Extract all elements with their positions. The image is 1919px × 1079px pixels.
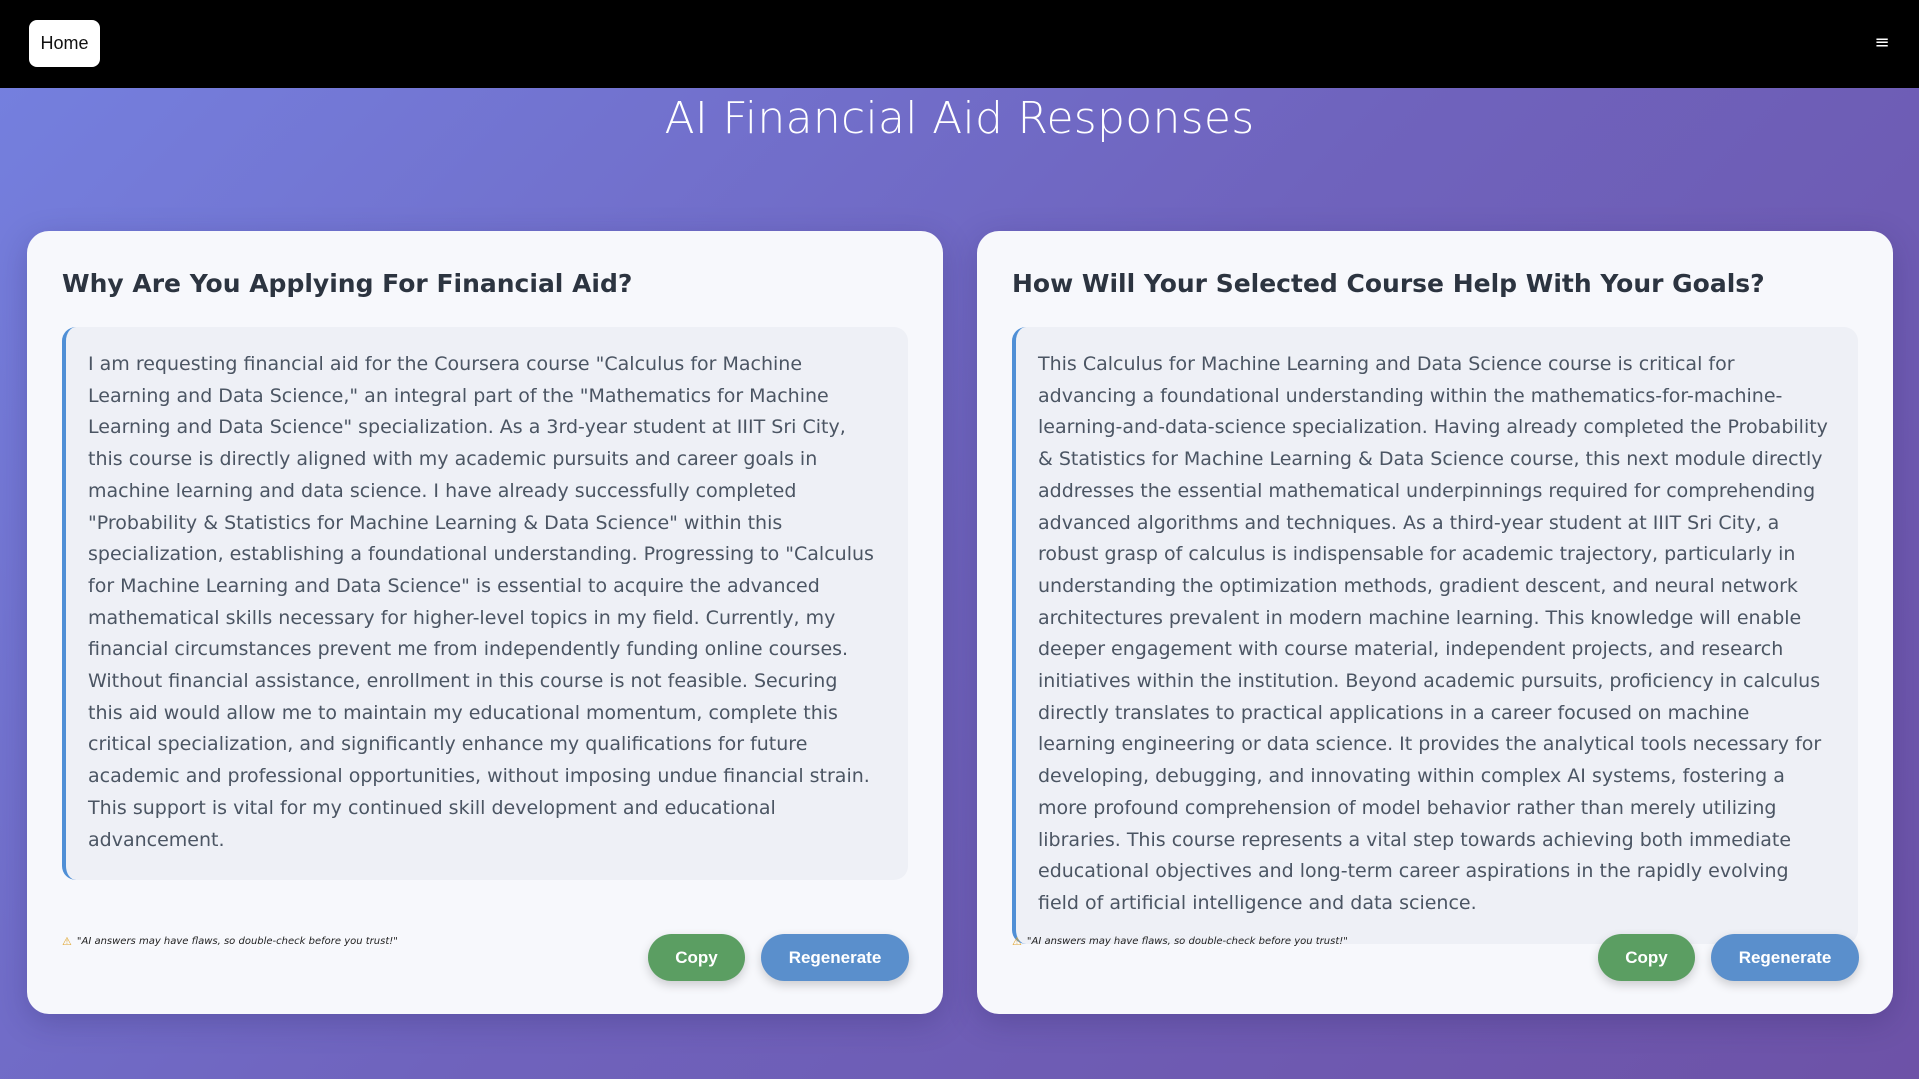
warning-icon: ⚠: [62, 935, 72, 948]
ai-disclaimer: ⚠ "AI answers may have flaws, so double-…: [1012, 935, 1348, 948]
response-text: This Calculus for Machine Learning and D…: [1012, 327, 1858, 944]
card-heading: Why Are You Applying For Financial Aid?: [62, 269, 633, 298]
course-goals-card: How Will Your Selected Course Help With …: [977, 231, 1893, 1014]
regenerate-button[interactable]: Regenerate: [761, 934, 909, 981]
home-button[interactable]: Home: [29, 20, 100, 67]
response-text: I am requesting financial aid for the Co…: [62, 327, 908, 881]
copy-button[interactable]: Copy: [648, 934, 745, 981]
hamburger-menu-icon[interactable]: ≡: [1871, 30, 1893, 56]
page-title: AI Financial Aid Responses: [664, 93, 1255, 144]
disclaimer-text: "AI answers may have flaws, so double-ch…: [76, 936, 398, 947]
copy-button[interactable]: Copy: [1598, 934, 1695, 981]
disclaimer-text: "AI answers may have flaws, so double-ch…: [1026, 936, 1348, 947]
top-nav-bar: Home ≡: [0, 0, 1919, 88]
warning-icon: ⚠: [1012, 935, 1022, 948]
ai-disclaimer: ⚠ "AI answers may have flaws, so double-…: [62, 935, 398, 948]
financial-aid-reason-card: Why Are You Applying For Financial Aid? …: [27, 231, 943, 1014]
card-heading: How Will Your Selected Course Help With …: [1012, 269, 1765, 298]
regenerate-button[interactable]: Regenerate: [1711, 934, 1859, 981]
